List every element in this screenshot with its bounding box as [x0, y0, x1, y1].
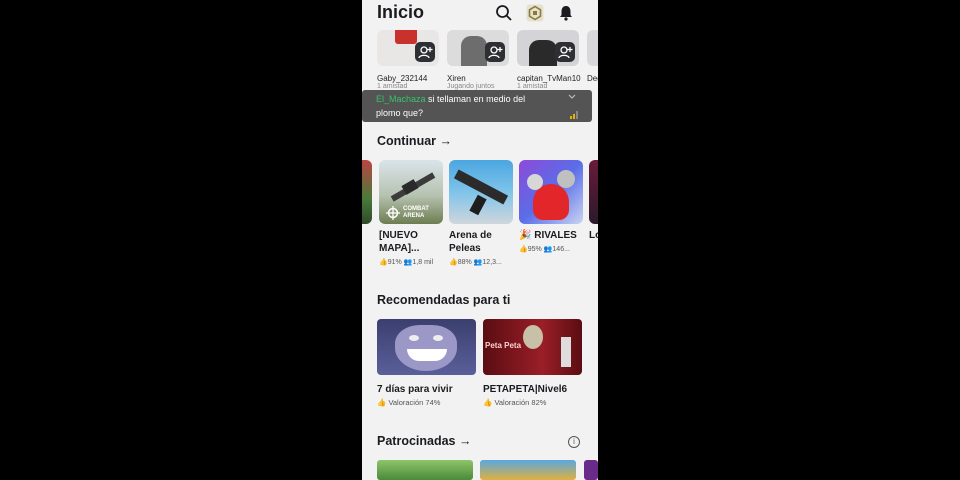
- game-card[interactable]: Lo de: [589, 160, 598, 242]
- friend-card[interactable]: capitan_TvMan10 1 amistad: [517, 30, 581, 90]
- section-label: Continuar: [377, 134, 437, 148]
- game-thumbnail: COMBAT ARENA: [379, 160, 443, 224]
- chevron-down-icon[interactable]: [568, 94, 576, 100]
- continuar-section-title[interactable]: Continuar →: [377, 134, 452, 148]
- game-players: 12,3...: [482, 259, 502, 266]
- friend-name: capitan_TvMan10: [517, 74, 581, 83]
- game-stats: 👍95% 👥146...: [519, 245, 583, 253]
- partial-game-thumb: [362, 160, 372, 224]
- friend-avatar: [447, 30, 509, 66]
- friend-card[interactable]: Xiren Jugando juntos: [447, 30, 509, 90]
- section-label: Patrocinadas: [377, 434, 456, 448]
- rating-text: Valoración 82%: [494, 398, 547, 407]
- game-name: 7 días para vivir: [377, 384, 453, 395]
- game-rating: 91%: [387, 259, 402, 266]
- thumbs-up-icon: 👍: [449, 259, 458, 266]
- recomendadas-section-title: Recomendadas para ti: [377, 293, 511, 307]
- friend-status: 1 amistad: [517, 83, 548, 90]
- game-players: 146...: [552, 246, 570, 253]
- page-title: Inicio: [377, 2, 425, 22]
- game-players: 1,8 mil: [412, 259, 434, 266]
- rating-text: Valoración 74%: [388, 398, 441, 407]
- friend-name: Gaby_232144: [377, 74, 428, 83]
- game-stats: 👍88% 👥12,3...: [449, 258, 513, 266]
- friend-avatar: [517, 30, 579, 66]
- arrow-right-icon: →: [459, 434, 472, 448]
- game-stats: 👍91% 👥1,8 mil: [379, 258, 443, 266]
- game-card[interactable]: 7 días para vivir 👍 Valoración 74%: [377, 319, 477, 407]
- game-rating: 95%: [527, 246, 542, 253]
- game-rating: 👍 Valoración 74%: [377, 398, 477, 407]
- game-thumbnail: [377, 319, 476, 375]
- friend-status: Jugando juntos: [447, 83, 495, 90]
- game-name: Arena de Peleas: [449, 230, 492, 254]
- friend-name: Deg: [587, 74, 598, 83]
- crosshair-icon: [386, 206, 400, 220]
- game-logo-text: COMBAT ARENA: [403, 206, 429, 219]
- game-card[interactable]: 🎉 RIVALES 👍95% 👥146...: [519, 160, 583, 253]
- signal-icon: [570, 111, 578, 119]
- robux-icon[interactable]: [526, 4, 544, 22]
- friends-carousel: Gaby_232144 1 amistad Xiren Jugando junt…: [362, 26, 598, 96]
- game-name: Lo de: [589, 230, 598, 241]
- thumbnail-text: Peta Peta: [485, 341, 522, 350]
- add-friend-icon[interactable]: [485, 42, 505, 62]
- thumbs-up-icon: 👍: [483, 398, 493, 407]
- thumbs-up-icon: 👍: [377, 398, 387, 407]
- sponsored-thumbnail[interactable]: [377, 460, 473, 480]
- game-card[interactable]: Peta Peta PETAPETA|Nivel6 👍 Valoración 8…: [483, 319, 583, 407]
- game-thumbnail: [589, 160, 598, 224]
- search-icon[interactable]: [495, 4, 513, 22]
- game-rating: 88%: [457, 259, 472, 266]
- sponsored-thumbnail[interactable]: [584, 460, 598, 480]
- thumbs-up-icon: 👍: [379, 259, 388, 266]
- info-icon[interactable]: i: [568, 436, 580, 448]
- notification-bell-icon[interactable]: [557, 4, 575, 22]
- game-thumbnail: [519, 160, 583, 224]
- patrocinadas-section-title[interactable]: Patrocinadas →: [377, 434, 472, 448]
- add-friend-icon[interactable]: [415, 42, 435, 62]
- game-thumbnail: [449, 160, 513, 224]
- game-name: 🎉 RIVALES: [519, 230, 577, 241]
- friend-name: Xiren: [447, 74, 466, 83]
- friend-card[interactable]: Deg: [587, 30, 598, 83]
- add-friend-icon[interactable]: [555, 42, 575, 62]
- phone-screen: Inicio Gaby_232144 1 amistad Xiren Jugan…: [362, 0, 598, 480]
- top-bar: Inicio: [362, 0, 598, 26]
- friend-avatar: [587, 30, 598, 66]
- toast-message: El_Machaza si tellaman en medio del plom…: [376, 92, 546, 120]
- game-rating: 👍 Valoración 82%: [483, 398, 583, 407]
- game-name: PETAPETA|Nivel6: [483, 384, 568, 395]
- friend-status: 1 amistad: [377, 83, 408, 90]
- game-card[interactable]: Arena de Peleas 👍88% 👥12,3...: [449, 160, 513, 266]
- game-thumbnail: Peta Peta: [483, 319, 582, 375]
- thumbs-up-icon: 👍: [519, 246, 528, 253]
- friend-card[interactable]: Gaby_232144 1 amistad: [377, 30, 439, 90]
- arrow-right-icon: →: [439, 134, 453, 148]
- game-card[interactable]: COMBAT ARENA [NUEVO MAPA]... 👍91% 👥1,8 m…: [379, 160, 443, 266]
- toast-username: El_Machaza: [376, 94, 426, 104]
- game-name: [NUEVO MAPA]...: [379, 230, 420, 254]
- friend-avatar: [377, 30, 439, 66]
- chat-notification-toast[interactable]: El_Machaza si tellaman en medio del plom…: [362, 90, 592, 122]
- sponsored-thumbnail[interactable]: [480, 460, 576, 480]
